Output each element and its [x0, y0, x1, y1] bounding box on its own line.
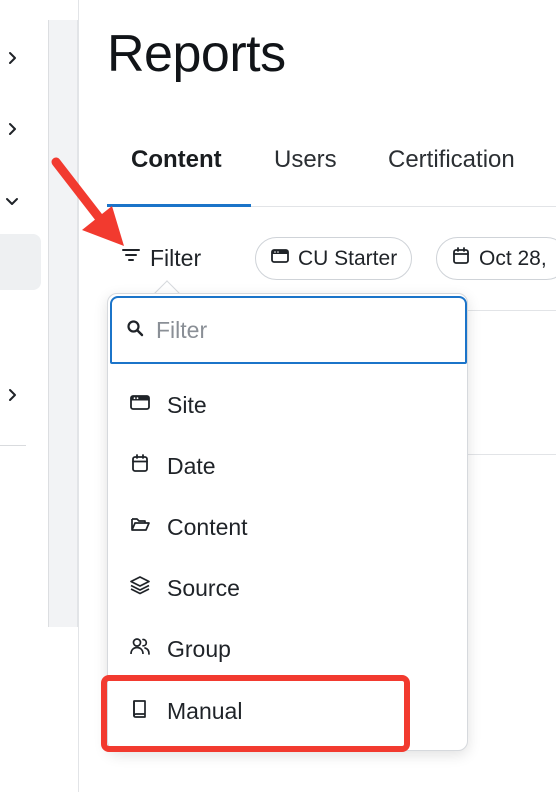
layers-icon — [129, 574, 151, 602]
chip-label: CU Starter — [298, 246, 398, 270]
menu-item-label: Date — [167, 452, 216, 479]
menu-item-source[interactable]: Source — [108, 559, 467, 617]
rail-divider — [0, 445, 26, 446]
menu-item-label: Group — [167, 635, 231, 662]
secondary-rail — [48, 20, 78, 627]
site-icon — [129, 391, 151, 419]
main-divider — [78, 0, 79, 792]
site-icon — [270, 246, 290, 272]
menu-item-label: Site — [167, 391, 207, 418]
date-filter-chip[interactable]: Oct 28, — [436, 237, 556, 280]
chip-label: Oct 28, — [479, 246, 547, 270]
calendar-icon — [451, 246, 471, 272]
group-icon — [129, 635, 151, 663]
left-rail — [0, 0, 48, 792]
page-title: Reports — [107, 25, 286, 83]
tab-content[interactable]: Content — [131, 146, 222, 174]
highlight-box — [101, 675, 410, 752]
menu-item-group[interactable]: Group — [108, 620, 467, 678]
menu-item-label: Content — [167, 513, 248, 540]
chevron-right-icon[interactable] — [2, 385, 22, 405]
menu-item-date[interactable]: Date — [108, 437, 467, 495]
menu-item-site[interactable]: Site — [108, 376, 467, 434]
filter-search-input[interactable] — [156, 316, 436, 344]
filter-search-box[interactable] — [110, 296, 467, 364]
chevron-down-icon[interactable] — [2, 191, 22, 211]
folder-icon — [129, 513, 151, 541]
menu-item-content[interactable]: Content — [108, 498, 467, 556]
site-filter-chip[interactable]: CU Starter — [255, 237, 413, 280]
calendar-icon — [129, 452, 151, 480]
search-icon — [126, 319, 144, 342]
menu-item-label: Source — [167, 574, 240, 601]
divider — [468, 454, 556, 455]
tab-certification[interactable]: Certification — [388, 146, 515, 174]
rail-active-item[interactable] — [0, 234, 41, 290]
report-tabs: Content Users Certification — [107, 130, 556, 207]
chevron-right-icon[interactable] — [2, 48, 22, 68]
annotation-arrow-icon — [51, 157, 124, 246]
filter-label: Filter — [150, 244, 202, 271]
tab-users[interactable]: Users — [274, 146, 337, 174]
chevron-right-icon[interactable] — [2, 119, 22, 139]
